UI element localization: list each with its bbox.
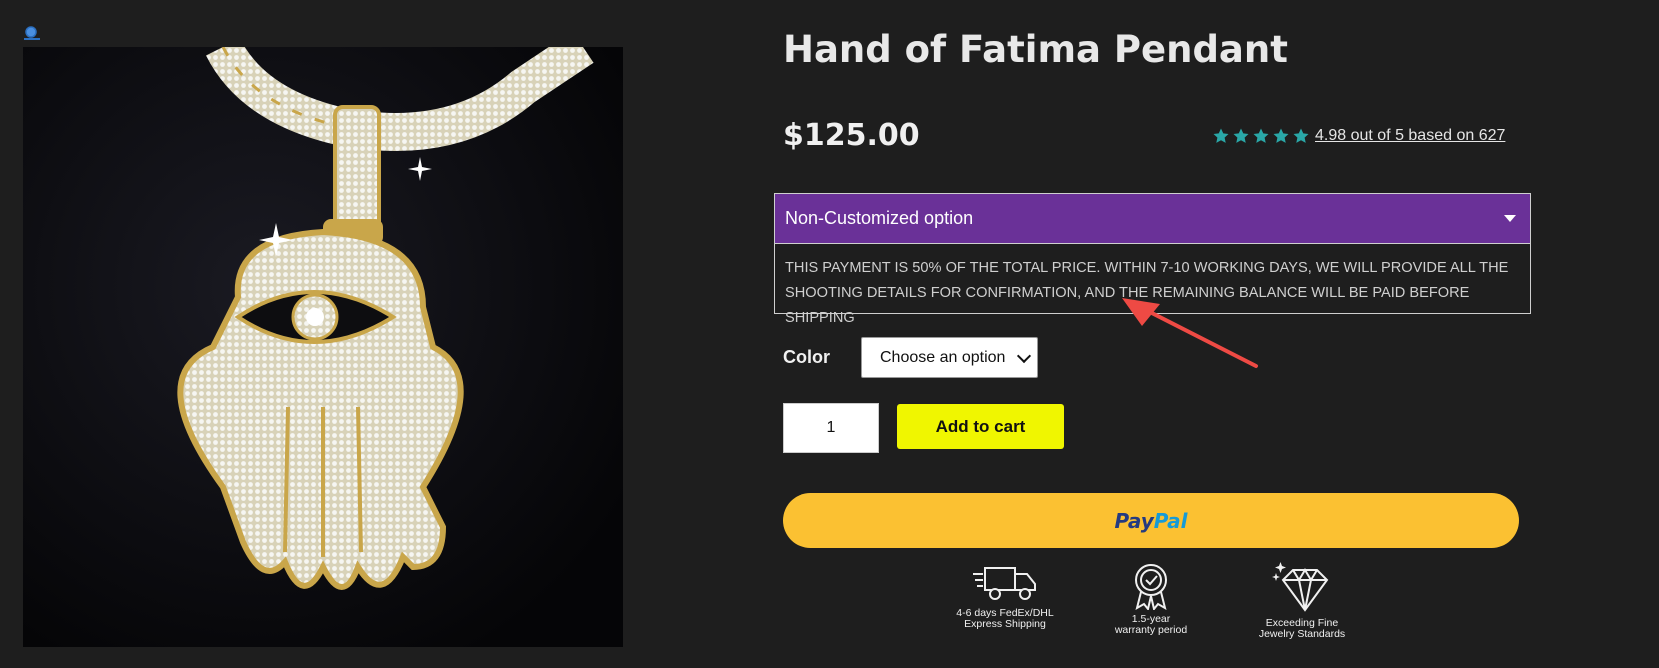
caret-down-icon[interactable] <box>1504 215 1516 222</box>
rating-stars <box>1212 127 1310 145</box>
product-price: $125.00 <box>783 118 920 153</box>
feature-standards: Exceeding Fine Jewelry Standards <box>1250 562 1354 640</box>
product-title: Hand of Fatima Pendant <box>783 28 1288 71</box>
feature-shipping: 4-6 days FedEx/DHL Express Shipping <box>952 562 1058 630</box>
star-icon <box>1233 128 1249 143</box>
option-header[interactable]: Non-Customized option <box>775 194 1530 244</box>
diamond-icon <box>1272 562 1329 612</box>
rating-summary[interactable]: 4.98 out of 5 based on 627 <box>1212 127 1505 145</box>
paypal-logo-part2: Pal <box>1153 508 1188 533</box>
star-icon <box>1213 128 1229 143</box>
paypal-logo-part1: Pay <box>1114 508 1154 533</box>
badge-check-icon <box>1135 564 1167 610</box>
truck-icon <box>973 567 1036 600</box>
quantity-input[interactable]: 1 <box>783 403 879 453</box>
feature-standards-line2: Jewelry Standards <box>1258 628 1346 640</box>
zoom-magnifier-icon[interactable] <box>22 24 42 42</box>
feature-warranty: 1.5-year warranty period <box>1100 562 1202 636</box>
add-to-cart-button[interactable]: Add to cart <box>897 404 1064 449</box>
paypal-button[interactable]: Pay Pal <box>783 493 1519 548</box>
feature-warranty-line2: warranty period <box>1114 624 1188 636</box>
color-select-value: Choose an option <box>880 348 1006 366</box>
option-label: Non-Customized option <box>785 208 974 228</box>
color-label: Color <box>783 347 830 367</box>
color-select[interactable]: Choose an option <box>861 337 1038 378</box>
annotation-arrow-icon <box>1122 298 1258 368</box>
chevron-down-icon <box>1016 348 1032 363</box>
rating-link[interactable]: 4.98 out of 5 based on 627 <box>1315 127 1505 145</box>
star-icon <box>1253 128 1269 143</box>
star-icon <box>1273 128 1289 143</box>
product-image[interactable] <box>23 47 623 647</box>
star-icon <box>1293 128 1309 143</box>
feature-shipping-line2: Express Shipping <box>964 618 1046 630</box>
